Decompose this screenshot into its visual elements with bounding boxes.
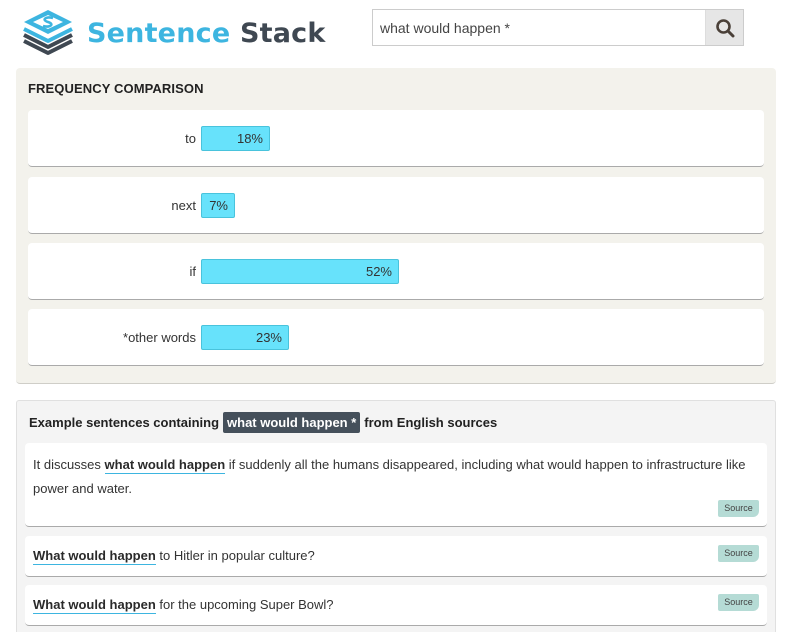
- query-highlight[interactable]: What would happen: [33, 597, 156, 614]
- frequency-row[interactable]: if 52%: [28, 243, 764, 300]
- brand-word-stack: Stack: [239, 17, 326, 49]
- stack-logo-icon: [23, 10, 73, 55]
- frequency-row[interactable]: *other words 23%: [28, 309, 764, 366]
- frequency-title: FREQUENCY COMPARISON: [28, 81, 204, 96]
- query-pill: what would happen *: [223, 412, 361, 433]
- frequency-word: *other words: [123, 330, 196, 345]
- sentence-after: to Hitler in popular culture?: [155, 548, 315, 563]
- example-sentences-panel: Example sentences containing what would …: [16, 400, 776, 632]
- example-sentence-card: It discusses what would happen if sudden…: [25, 443, 767, 527]
- header: Sentence Stack: [0, 0, 791, 64]
- example-sentence-card: What would happen to Hitler in popular c…: [25, 536, 767, 577]
- examples-heading-suffix: from English sources: [364, 415, 498, 430]
- examples-heading-prefix: Example sentences containing: [29, 415, 220, 430]
- sentence-before: It discusses: [33, 457, 105, 472]
- search-button[interactable]: [705, 10, 743, 45]
- frequency-bar: 7%: [201, 193, 235, 218]
- sentence-text: What would happen for the upcoming Super…: [33, 593, 759, 617]
- query-highlight[interactable]: What would happen: [33, 548, 156, 565]
- frequency-word: to: [185, 131, 196, 146]
- frequency-comparison-panel: FREQUENCY COMPARISON to 18% next 7% if 5…: [16, 68, 776, 384]
- search-input[interactable]: [373, 10, 705, 45]
- sentence-text: What would happen to Hitler in popular c…: [33, 544, 759, 568]
- example-sentence-card: What would happen for the upcoming Super…: [25, 585, 767, 626]
- frequency-row[interactable]: next 7%: [28, 177, 764, 234]
- sentence-after: for the upcoming Super Bowl?: [155, 597, 334, 612]
- frequency-bar: 52%: [201, 259, 399, 284]
- search-bar: [372, 9, 744, 46]
- frequency-word: if: [189, 264, 197, 279]
- brand-name: Sentence Stack: [87, 18, 326, 49]
- source-button[interactable]: Source: [718, 545, 759, 562]
- frequency-bar: 18%: [201, 126, 270, 151]
- frequency-row[interactable]: to 18%: [28, 110, 764, 167]
- source-button[interactable]: Source: [718, 500, 759, 517]
- search-icon: [715, 18, 734, 37]
- examples-heading: Example sentences containing what would …: [29, 412, 497, 433]
- brand-word-sentence: Sentence: [87, 17, 231, 49]
- query-highlight[interactable]: what would happen: [104, 457, 226, 474]
- logo[interactable]: Sentence Stack: [20, 7, 326, 59]
- frequency-word: next: [171, 198, 196, 213]
- frequency-bar: 23%: [201, 325, 289, 350]
- sentence-text: It discusses what would happen if sudden…: [33, 453, 759, 501]
- source-button[interactable]: Source: [718, 594, 759, 611]
